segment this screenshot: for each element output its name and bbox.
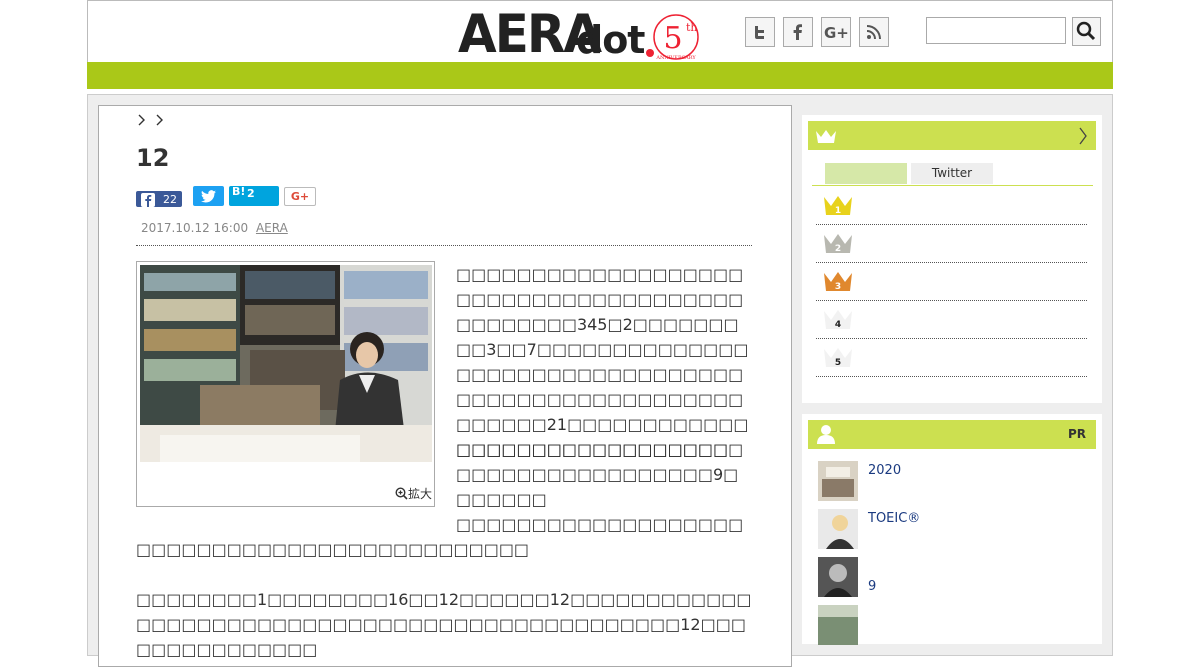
person-icon [817, 425, 835, 444]
pr-label: PR [1067, 427, 1086, 441]
zoom-label: 拡大 [408, 487, 433, 501]
google-plus-link[interactable]: G+ [821, 17, 851, 47]
zoom-in-icon [395, 487, 408, 500]
ranking-item-2[interactable]: 2 [816, 224, 1087, 263]
hatena-bookmark-button[interactable]: B! 2 [229, 185, 279, 206]
twitter-icon [755, 26, 764, 39]
zoom-button[interactable]: 拡大 [395, 485, 432, 502]
pr-thumbnail [818, 461, 858, 501]
article-photo[interactable] [140, 265, 432, 462]
pr-item[interactable]: TOEIC® [818, 509, 1088, 549]
rss-link[interactable] [859, 17, 889, 47]
hatena-count: 2 [247, 187, 255, 200]
pr-header: PR [808, 420, 1096, 449]
article-paragraph: □□□□□□□□1□□□□□□□□16□□12□□□□□□12□□□□□□□□□… [136, 590, 752, 659]
search-icon [1076, 21, 1096, 41]
article-paragraph: □□□□□□□□□□□□□□□□□□□□□□□□□□□□□□□□□□□□□□□□… [136, 515, 744, 559]
pr-thumbnail [818, 605, 858, 645]
facebook-link[interactable] [783, 17, 813, 47]
anniversary-badge-icon: 5 th ANNIVERSARY [653, 14, 699, 61]
pr-thumbnail [818, 557, 858, 597]
article-meta: 2017.10.12 16:00 AERA [141, 221, 288, 235]
rank-number: 2 [835, 244, 841, 254]
rank-number: 4 [835, 320, 841, 330]
dotted-divider [136, 245, 752, 246]
rss-icon [866, 25, 881, 40]
anniversary-text: ANNIVERSARY [655, 55, 696, 61]
crown-icon: 5 [824, 348, 852, 368]
article-date: 2017.10.12 16:00 [141, 221, 249, 235]
ranking-item-3[interactable]: 3 [816, 262, 1087, 301]
rank-number: 3 [835, 282, 841, 292]
anniversary-sup: th [686, 21, 698, 34]
twitter-share-button[interactable] [193, 186, 224, 206]
ranking-tab-default[interactable] [825, 163, 907, 184]
chevron-right-icon [138, 114, 145, 126]
ranking-item-4[interactable]: 4 [816, 300, 1087, 339]
silver-crown-icon: 2 [824, 234, 852, 254]
article-title: 12 [136, 144, 170, 172]
pr-item-text[interactable]: 9 [868, 579, 876, 594]
pr-item-text[interactable]: 2020 [868, 463, 901, 478]
crown-icon [816, 130, 836, 143]
search-input[interactable] [926, 17, 1066, 44]
facebook-icon [141, 193, 155, 207]
rank-number: 1 [835, 206, 841, 216]
chevron-right-icon [1079, 127, 1087, 145]
ranking-header[interactable] [808, 121, 1096, 150]
header-green-bar [87, 62, 1113, 89]
pr-thumbnail [818, 509, 858, 549]
pr-item[interactable]: 9 [818, 557, 1088, 597]
facebook-share-button[interactable]: 22 [136, 191, 182, 207]
pr-item-text[interactable]: TOEIC® [868, 511, 920, 526]
ranking-tab-twitter[interactable]: Twitter [911, 163, 993, 184]
breadcrumb [136, 113, 164, 129]
google-plus-icon: G+ [824, 24, 849, 42]
bronze-crown-icon: 3 [824, 272, 852, 292]
chevron-right-icon [156, 114, 164, 126]
pr-item[interactable]: 2020 [818, 461, 1088, 501]
ranking-item-5[interactable]: 5 [816, 338, 1087, 377]
article-paragraph: □□□□□□□□□□□□□□□□□□□□□□□□□□□□□□□□□□□□□□□□… [456, 265, 749, 459]
logo-dot-text: dot [576, 18, 645, 62]
article-author-link[interactable]: AERA [256, 221, 288, 235]
article-photo-box[interactable]: 拡大 [136, 261, 435, 507]
search-button[interactable] [1072, 17, 1101, 46]
twitter-link[interactable] [745, 17, 775, 47]
facebook-icon [793, 24, 802, 40]
svg-text:G+: G+ [824, 24, 849, 41]
ranking-item-1[interactable]: 1 [816, 186, 1087, 225]
pr-item[interactable] [818, 605, 1088, 645]
article-paragraph: □□□□□□□□□□□□□□□□□□□□□□□□□□□□□□□□□□□□9□□□… [456, 440, 744, 509]
gold-crown-icon: 1 [824, 196, 852, 216]
crown-icon: 4 [824, 310, 852, 330]
google-plus-share-button[interactable]: G+ [284, 187, 316, 206]
hatena-label: B! [232, 185, 246, 198]
twitter-bird-icon [201, 190, 216, 203]
anniversary-number: 5 [663, 21, 682, 56]
rank-number: 5 [835, 358, 841, 368]
facebook-share-count: 22 [163, 193, 177, 206]
